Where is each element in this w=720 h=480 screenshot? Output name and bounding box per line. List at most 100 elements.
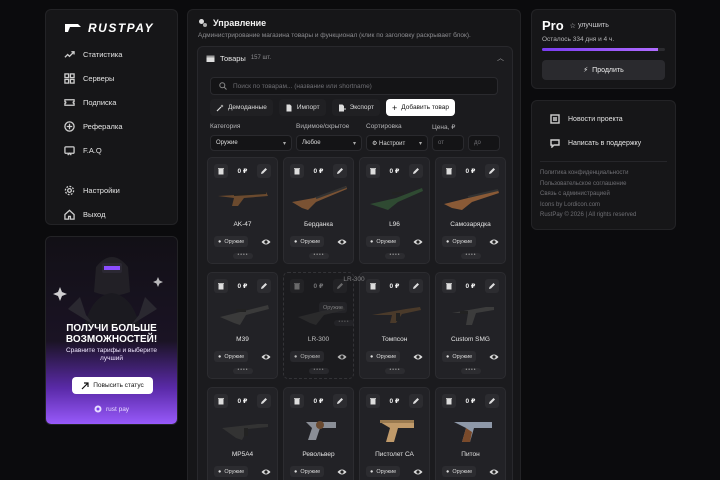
edit-product-button[interactable] — [332, 394, 347, 408]
delete-product-button[interactable] — [366, 394, 380, 408]
drag-handle[interactable]: •••• — [461, 368, 481, 374]
drag-handle[interactable]: •••• — [385, 253, 405, 259]
product-card[interactable]: 0 ₽ AK-47 ● Оружие •••• — [207, 157, 278, 264]
eye-icon[interactable] — [489, 237, 499, 247]
drag-handle[interactable]: •••• — [309, 368, 329, 374]
delete-product-button[interactable] — [214, 394, 228, 408]
product-category-tag[interactable]: ● Оружие — [214, 351, 249, 362]
product-category-tag[interactable]: ● Оружие — [366, 351, 401, 362]
products-section-header[interactable]: Товары 157 шт. ︿ — [198, 47, 512, 69]
delete-product-button[interactable] — [442, 164, 456, 178]
contact-admin-link[interactable]: Связь с администрацией — [540, 189, 667, 200]
icons-credit[interactable]: Icons by Lordicon.com — [540, 200, 667, 211]
eye-icon[interactable] — [337, 352, 347, 362]
drag-handle[interactable]: •••• — [461, 253, 481, 259]
edit-product-button[interactable] — [408, 164, 423, 178]
eye-icon[interactable] — [413, 467, 423, 477]
eye-icon[interactable] — [337, 237, 347, 247]
drag-handle[interactable]: •••• — [233, 368, 253, 374]
tag-icon: ● — [370, 468, 374, 475]
delete-product-button[interactable] — [442, 279, 456, 293]
delete-product-button[interactable] — [366, 164, 380, 178]
upgrade-status-button[interactable]: Повысить статус — [72, 377, 153, 394]
sidebar-item-faq[interactable]: F.A.Q — [46, 138, 177, 162]
page-title[interactable]: Управление — [198, 18, 510, 28]
eye-icon[interactable] — [489, 467, 499, 477]
product-category-tag[interactable]: ● Оружие — [214, 236, 249, 247]
edit-product-button[interactable] — [256, 394, 271, 408]
drag-handle[interactable]: •••• — [385, 368, 405, 374]
product-card[interactable]: 0 ₽ Питон ●Оружие •••• — [435, 387, 506, 480]
eye-icon[interactable] — [413, 237, 423, 247]
tag-icon: ● — [370, 238, 374, 245]
export-button[interactable]: Экспорт — [331, 99, 381, 116]
import-button[interactable]: Импорт — [278, 99, 326, 116]
eye-icon[interactable] — [261, 237, 271, 247]
sidebar-item-logout[interactable]: Выход — [46, 202, 177, 226]
product-search[interactable] — [210, 77, 498, 95]
eye-icon[interactable] — [261, 467, 271, 477]
eye-icon[interactable] — [261, 352, 271, 362]
terms-link[interactable]: Пользовательское соглашение — [540, 179, 667, 190]
product-card[interactable]: 0 ₽ Пистолет СА ●Оружие •••• — [359, 387, 430, 480]
support-label: Написать в поддержку — [568, 139, 642, 147]
product-category-tag[interactable]: ● Оружие — [290, 351, 325, 362]
upgrade-link[interactable]: ☆ улучшить — [570, 22, 609, 30]
delete-product-button[interactable] — [290, 279, 304, 293]
delete-product-button[interactable] — [442, 394, 456, 408]
drag-handle[interactable]: •••• — [233, 253, 253, 259]
eye-icon[interactable] — [413, 352, 423, 362]
product-card[interactable]: 0 ₽ Custom SMG ● Оружие •••• — [435, 272, 506, 379]
delete-product-button[interactable] — [290, 164, 304, 178]
price-to-input[interactable]: до — [468, 135, 500, 151]
edit-product-button[interactable] — [408, 279, 423, 293]
product-card[interactable]: 0 ₽ Самозарядка ● Оружие •••• — [435, 157, 506, 264]
edit-product-button[interactable] — [256, 164, 271, 178]
product-card[interactable]: 0 ₽ Револьвер ●Оружие •••• — [283, 387, 354, 480]
chevron-down-icon: ▾ — [282, 140, 286, 147]
news-link[interactable]: Новости проекта — [532, 107, 675, 131]
sort-select[interactable]: ⚙ Настроит ▾ — [366, 135, 428, 151]
product-category-tag[interactable]: ● Оружие — [442, 236, 477, 247]
eye-icon[interactable] — [337, 467, 347, 477]
chevron-up-icon[interactable]: ︿ — [497, 53, 504, 63]
edit-product-button[interactable] — [256, 279, 271, 293]
product-category-tag[interactable]: ● Оружие — [290, 466, 325, 477]
product-card[interactable]: 0 ₽ MP5A4 ●Оружие •••• — [207, 387, 278, 480]
product-category-tag[interactable]: ● Оружие — [290, 236, 325, 247]
drag-handle[interactable]: •••• — [309, 253, 329, 259]
sidebar-item-referral[interactable]: Рефералка — [46, 114, 177, 138]
product-card[interactable]: 0 ₽ L96 ● Оружие •••• — [359, 157, 430, 264]
privacy-link[interactable]: Политика конфиденциальности — [540, 168, 667, 179]
price-from-input[interactable]: от — [432, 135, 464, 151]
extend-button[interactable]: ⚡ Продлить — [542, 60, 665, 80]
product-category-tag[interactable]: ● Оружие — [366, 236, 401, 247]
sidebar-item-settings[interactable]: Настройки — [46, 178, 177, 202]
eye-icon[interactable] — [489, 352, 499, 362]
support-link[interactable]: Написать в поддержку — [532, 131, 675, 155]
category-select[interactable]: Оружие ▾ — [210, 135, 292, 151]
sidebar-item-stats[interactable]: Статистика — [46, 42, 177, 66]
demo-data-button[interactable]: Демоданные — [210, 99, 273, 116]
add-product-button[interactable]: + Добавить товар — [386, 99, 455, 116]
edit-product-button[interactable] — [484, 279, 499, 293]
product-category-tag[interactable]: ● Оружие — [442, 466, 477, 477]
logo[interactable]: RUSTPAY — [46, 18, 177, 42]
delete-product-button[interactable] — [290, 394, 304, 408]
sidebar-item-servers[interactable]: Серверы — [46, 66, 177, 90]
product-category-tag[interactable]: ● Оружие — [214, 466, 249, 477]
edit-product-button[interactable] — [484, 164, 499, 178]
product-category-tag[interactable]: ● Оружие — [442, 351, 477, 362]
delete-product-button[interactable] — [214, 164, 228, 178]
delete-product-button[interactable] — [214, 279, 228, 293]
edit-product-button[interactable] — [332, 164, 347, 178]
edit-product-button[interactable] — [484, 394, 499, 408]
sidebar-item-subscription[interactable]: Подписка — [46, 90, 177, 114]
product-card[interactable]: 0 ₽ M39 ● Оружие •••• — [207, 272, 278, 379]
product-category-tag[interactable]: ● Оружие — [366, 466, 401, 477]
product-card[interactable]: 0 ₽ Берданка ● Оружие •••• — [283, 157, 354, 264]
subscription-card: Pro ☆ улучшить Осталось 334 дня и 4 ч. ⚡ … — [531, 9, 676, 89]
visibility-select[interactable]: Любое ▾ — [296, 135, 362, 151]
search-input[interactable] — [233, 82, 493, 90]
edit-product-button[interactable] — [408, 394, 423, 408]
